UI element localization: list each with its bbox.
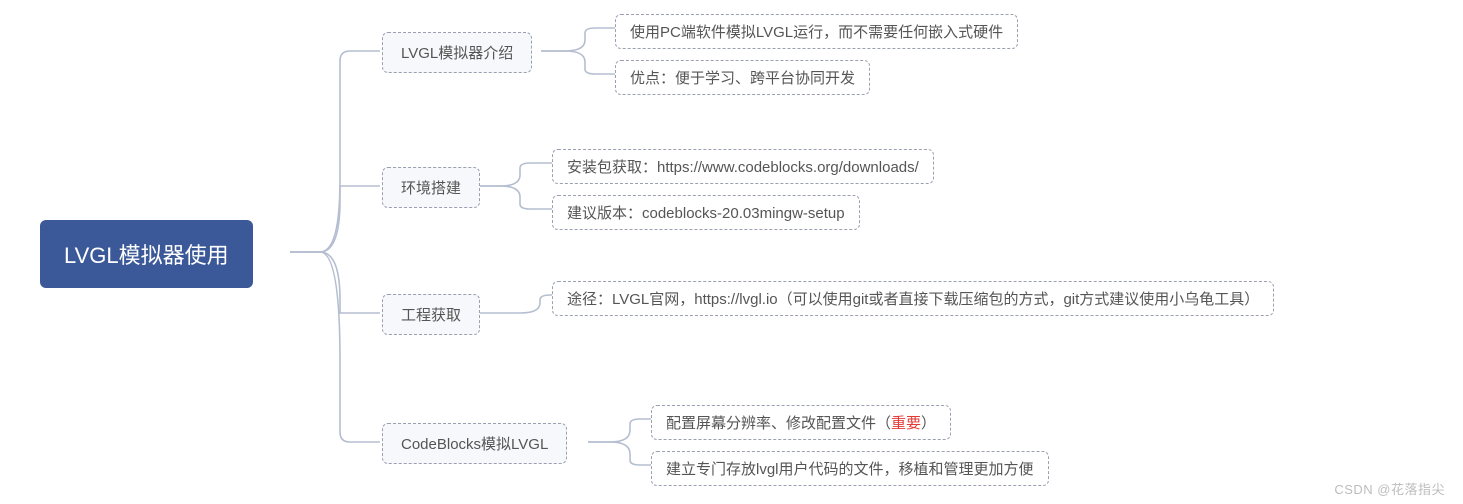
leaf-proj-1: 途径：LVGL官网，https://lvgl.io（可以使用git或者直接下载压… bbox=[552, 281, 1274, 316]
leaf-cb-2: 建立专门存放lvgl用户代码的文件，移植和管理更加方便 bbox=[651, 451, 1049, 486]
root-node[interactable]: LVGL模拟器使用 bbox=[40, 220, 253, 288]
branch-codeblocks[interactable]: CodeBlocks模拟LVGL bbox=[382, 423, 567, 464]
leaf-intro-2: 优点：便于学习、跨平台协同开发 bbox=[615, 60, 870, 95]
leaf-cb-1-emphasis: 重要 bbox=[891, 415, 921, 432]
leaf-cb-1-prefix: 配置屏幕分辨率、修改配置文件（ bbox=[666, 415, 891, 432]
branch-proj[interactable]: 工程获取 bbox=[382, 294, 480, 335]
leaf-cb-1: 配置屏幕分辨率、修改配置文件（重要） bbox=[651, 405, 951, 440]
leaf-cb-1-suffix: ） bbox=[921, 415, 936, 432]
branch-intro[interactable]: LVGL模拟器介绍 bbox=[382, 32, 532, 73]
leaf-env-2: 建议版本：codeblocks-20.03mingw-setup bbox=[552, 195, 860, 230]
branch-env[interactable]: 环境搭建 bbox=[382, 167, 480, 208]
watermark: CSDN @花落指尖 bbox=[1334, 479, 1445, 498]
leaf-env-1: 安装包获取：https://www.codeblocks.org/downloa… bbox=[552, 149, 934, 184]
leaf-intro-1: 使用PC端软件模拟LVGL运行，而不需要任何嵌入式硬件 bbox=[615, 14, 1018, 49]
